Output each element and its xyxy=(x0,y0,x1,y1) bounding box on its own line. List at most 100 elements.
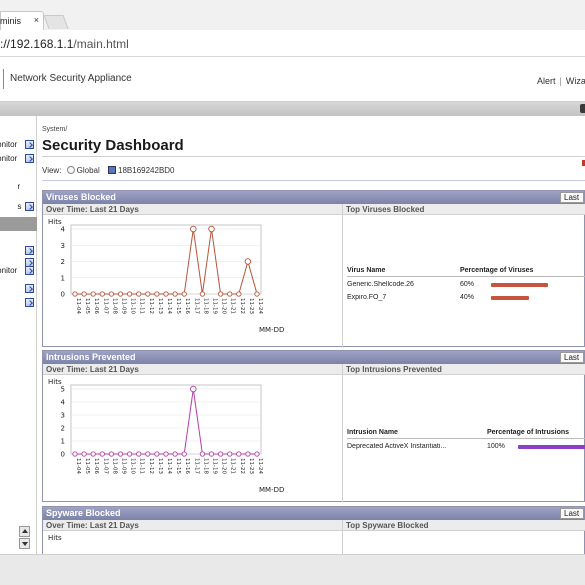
data-point[interactable] xyxy=(163,451,169,457)
data-point[interactable] xyxy=(126,291,133,297)
data-point[interactable] xyxy=(154,451,160,457)
data-point[interactable] xyxy=(245,451,251,457)
y-tick-label: 4 xyxy=(61,399,66,407)
expand-icon[interactable] xyxy=(25,154,34,163)
sidebar-item[interactable] xyxy=(0,166,37,180)
table-row[interactable]: Expiro.FO_7 40% xyxy=(347,292,585,305)
view-label: View: xyxy=(42,166,62,175)
data-point[interactable] xyxy=(236,291,242,297)
data-point[interactable] xyxy=(145,451,151,457)
data-point[interactable] xyxy=(227,451,233,457)
sidebar-item[interactable] xyxy=(0,282,37,296)
data-point[interactable] xyxy=(126,451,133,457)
table-row[interactable]: Deprecated ActiveX Instantiati... 100% xyxy=(347,441,585,454)
y-tick-label: 3 xyxy=(61,412,65,420)
data-point[interactable] xyxy=(99,291,105,297)
data-point[interactable] xyxy=(254,451,260,457)
expand-icon[interactable] xyxy=(25,298,34,307)
data-point[interactable] xyxy=(72,451,78,457)
column-divider xyxy=(342,204,343,347)
x-tick-label: 11-15 xyxy=(175,298,181,314)
table-row[interactable]: Generic.Shellcode.26 60% xyxy=(347,279,585,292)
device-checkbox[interactable] xyxy=(108,166,117,174)
scroll-down-button[interactable] xyxy=(19,538,30,549)
data-point[interactable] xyxy=(208,451,215,457)
x-tick-label: 11-09 xyxy=(121,458,127,474)
data-point[interactable] xyxy=(244,258,252,265)
address-bar[interactable]: https://192.168.1.1/main.html xyxy=(0,30,585,57)
data-point[interactable] xyxy=(90,291,96,297)
data-point[interactable] xyxy=(163,291,169,297)
data-point[interactable] xyxy=(117,291,124,297)
new-tab-button[interactable] xyxy=(43,15,69,29)
top-list-header: Top Intrusions Prevented xyxy=(343,364,585,375)
panel-title: Intrusions Prevented xyxy=(46,352,136,362)
data-point[interactable] xyxy=(190,225,197,233)
expand-icon[interactable] xyxy=(25,266,34,275)
plot-area xyxy=(70,384,262,455)
breadcrumb[interactable]: System/ xyxy=(42,126,67,133)
column-header-name[interactable]: Intrusion Name xyxy=(347,429,398,436)
data-point[interactable] xyxy=(81,291,87,297)
x-tick-label: 11-13 xyxy=(157,458,163,474)
data-point[interactable] xyxy=(108,291,115,297)
data-point[interactable] xyxy=(190,385,197,393)
data-point[interactable] xyxy=(145,291,151,297)
y-tick-label: 1 xyxy=(61,274,65,282)
sidebar-item[interactable] xyxy=(0,217,37,231)
range-select[interactable]: Last xyxy=(560,352,584,363)
data-point[interactable] xyxy=(217,451,224,457)
column-header-percentage[interactable]: Percentage of Intrusions xyxy=(487,429,569,436)
data-point[interactable] xyxy=(172,291,178,297)
data-point[interactable] xyxy=(208,225,215,233)
data-point[interactable] xyxy=(136,451,142,457)
sidebar-item[interactable]: Monitor xyxy=(0,264,37,278)
data-point[interactable] xyxy=(90,451,96,457)
global-label: Global xyxy=(76,166,100,175)
sidebar: Monitor Monitor r s Monitor xyxy=(0,116,37,554)
data-point[interactable] xyxy=(199,451,206,457)
sidebar-item[interactable]: r xyxy=(0,180,37,194)
expand-icon[interactable] xyxy=(25,140,34,149)
data-point[interactable] xyxy=(236,451,242,457)
data-point[interactable] xyxy=(199,291,206,297)
data-point[interactable] xyxy=(181,451,187,457)
data-point[interactable] xyxy=(108,451,115,457)
wizards-link[interactable]: Wizards xyxy=(566,76,585,86)
data-point[interactable] xyxy=(254,291,260,297)
data-point[interactable] xyxy=(81,451,87,457)
y-tick-label: 4 xyxy=(61,226,66,234)
sidebar-item[interactable]: Monitor xyxy=(0,152,37,166)
data-point[interactable] xyxy=(99,451,105,457)
device-label: 18B169242BD0 xyxy=(118,166,175,175)
sidebar-item[interactable]: Monitor xyxy=(0,138,37,152)
url-text[interactable]: https://192.168.1.1/main.html xyxy=(0,37,129,51)
x-tick-label: 11-18 xyxy=(202,458,208,474)
data-point[interactable] xyxy=(181,291,187,297)
data-point[interactable] xyxy=(154,291,160,297)
browser-tab[interactable]: Administrator × xyxy=(0,11,44,30)
data-point[interactable] xyxy=(72,291,78,297)
expand-icon[interactable] xyxy=(25,246,34,255)
close-icon[interactable]: × xyxy=(34,15,39,25)
global-radio[interactable] xyxy=(66,166,75,174)
expand-icon[interactable] xyxy=(25,202,34,211)
sidebar-item[interactable]: s xyxy=(0,200,37,214)
data-point[interactable] xyxy=(227,291,233,297)
range-select[interactable]: Last xyxy=(560,508,584,519)
data-point[interactable] xyxy=(117,451,124,457)
data-point[interactable] xyxy=(217,291,224,297)
range-select[interactable]: Last xyxy=(560,192,584,203)
nav-bar-cap xyxy=(580,104,585,113)
scroll-up-button[interactable] xyxy=(19,526,30,537)
column-header-percentage[interactable]: Percentage of Viruses xyxy=(460,267,533,274)
alert-link[interactable]: Alert xyxy=(537,76,556,86)
column-header-name[interactable]: Virus Name xyxy=(347,267,385,274)
top-list-header: Top Spyware Blocked xyxy=(343,520,585,531)
top-list-title: Top Intrusions Prevented xyxy=(346,365,442,374)
data-point[interactable] xyxy=(172,451,178,457)
expand-icon[interactable] xyxy=(25,284,34,293)
x-tick-label: 11-12 xyxy=(148,298,154,314)
sidebar-item[interactable] xyxy=(0,296,37,310)
data-point[interactable] xyxy=(136,291,142,297)
